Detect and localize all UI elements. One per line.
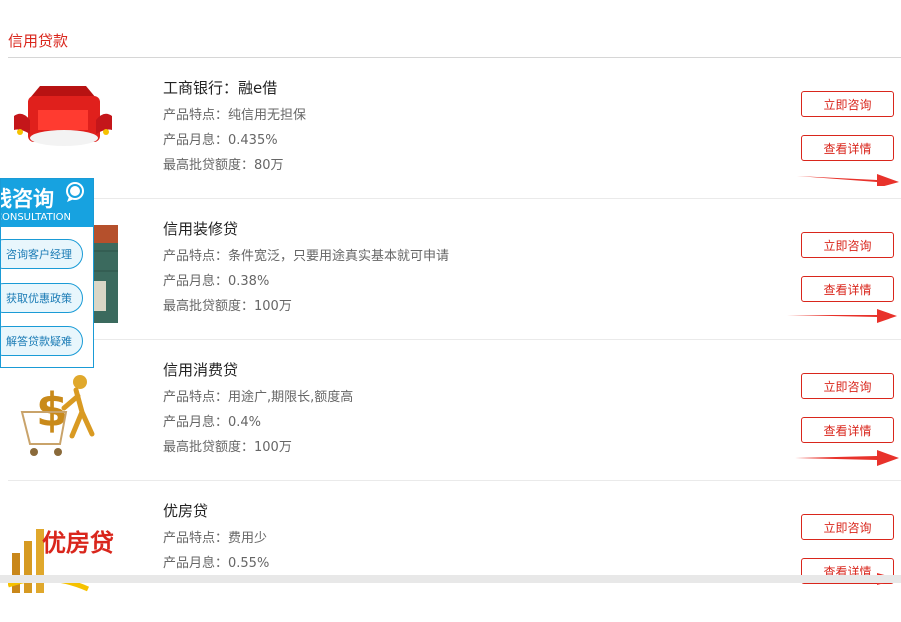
section-title: 信用贷款: [8, 32, 69, 50]
loan-rate: 产品月息：0.55%: [163, 556, 270, 571]
loan-name: 信用消费贷: [163, 361, 239, 379]
consult-widget-subtitle: CONSULTATION: [0, 212, 72, 223]
loan-rate: 产品月息：0.38%: [163, 274, 270, 289]
get-offers-button[interactable]: 获取优惠政策: [1, 283, 83, 313]
red-arrow-icon: [795, 450, 899, 466]
red-arrow-icon: [787, 309, 897, 323]
consult-button[interactable]: 立即咨询: [801, 232, 894, 258]
loan-card: 工商银行：融e借 产品特点：纯信用无担保 产品月息：0.435% 最高批贷额度：…: [0, 58, 901, 199]
loan-rate: 产品月息：0.4%: [163, 415, 262, 430]
loan-card: 信用装修贷 产品特点：条件宽泛，只要用途真实基本就可申请 产品月息：0.38% …: [0, 199, 901, 340]
loan-feature: 产品特点：费用少: [163, 531, 268, 546]
loan-rate: 产品月息：0.435%: [163, 133, 278, 148]
red-envelope-image: [14, 86, 112, 146]
view-details-button[interactable]: 查看详情: [801, 276, 894, 302]
loan-limit: 最高批贷额度：80万: [163, 158, 284, 173]
view-details-button[interactable]: 查看详情: [801, 135, 894, 161]
loan-name: 优房贷: [163, 502, 209, 520]
view-details-button[interactable]: 查看详情: [801, 417, 894, 443]
loan-faq-button[interactable]: 解答贷款疑难: [1, 326, 83, 356]
chat-bubble-icon: [66, 182, 84, 202]
house-loan-logo-text: 优房贷: [42, 529, 114, 557]
loan-card: 优房贷 优房贷 产品特点：费用少 产品月息：0.55% 立即咨询 查看详情: [0, 481, 901, 622]
loan-name: 信用装修贷: [163, 220, 239, 238]
dollar-cart-image: $: [20, 375, 95, 456]
consult-button[interactable]: 立即咨询: [801, 91, 894, 117]
loan-name: 工商银行：融e借: [163, 79, 278, 97]
horizontal-scrollbar[interactable]: [0, 575, 901, 583]
consult-widget-header: 线咨询 CONSULTATION: [1, 179, 93, 227]
consult-widget-title: 线咨询: [1, 187, 54, 211]
loan-card: $ 信用消费贷 产品特点：用途广,期限长,额度高 产品月息：0.4% 最高批贷额…: [0, 340, 901, 481]
loan-feature: 产品特点：用途广,期限长,额度高: [163, 390, 354, 405]
loan-limit: 最高批贷额度：100万: [163, 440, 292, 455]
loan-limit: 最高批贷额度：100万: [163, 299, 292, 314]
loan-feature: 产品特点：条件宽泛，只要用途真实基本就可申请: [163, 249, 450, 264]
loan-feature: 产品特点：纯信用无担保: [163, 108, 307, 123]
consult-manager-button[interactable]: 咨询客户经理: [1, 239, 83, 269]
house-loan-image: 优房贷: [8, 529, 114, 593]
red-arrow-icon: [797, 174, 899, 186]
online-consult-widget: 线咨询 CONSULTATION 咨询客户经理 获取优惠政策 解答贷款疑难: [0, 178, 94, 368]
consult-button[interactable]: 立即咨询: [801, 373, 894, 399]
consult-button[interactable]: 立即咨询: [801, 514, 894, 540]
